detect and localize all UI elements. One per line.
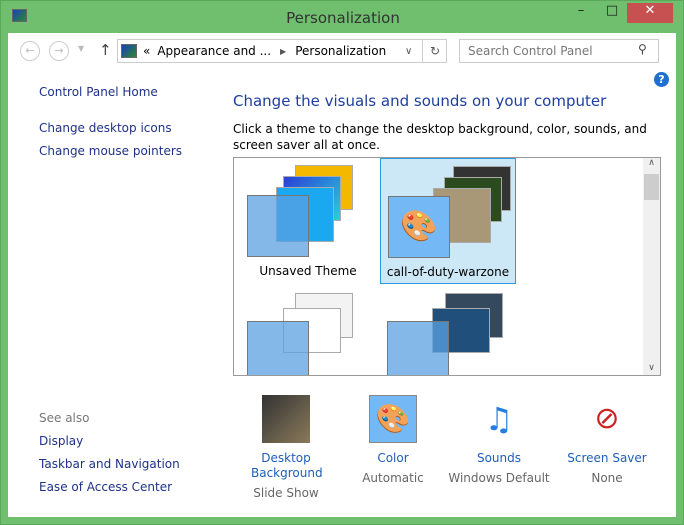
color-palette-icon: 🎨 [369, 395, 417, 443]
page-description: Click a theme to change the desktop back… [233, 122, 647, 152]
breadcrumb-overflow[interactable]: « [143, 44, 150, 58]
close-button[interactable]: ✕ [627, 3, 673, 23]
up-button[interactable]: ↑ [99, 41, 112, 59]
theme-name: call-of-duty-warzone [386, 265, 510, 279]
option-label[interactable]: Screen Saver [547, 451, 667, 466]
recent-dropdown-icon[interactable]: ▼ [78, 44, 84, 53]
theme-color-swatch [387, 321, 449, 375]
display-link[interactable]: Display [39, 434, 83, 448]
option-value: Slide Show [253, 486, 319, 500]
refresh-icon[interactable]: ↻ [422, 40, 447, 62]
option-value: None [591, 471, 623, 485]
change-desktop-icons-link[interactable]: Change desktop icons [39, 121, 172, 135]
breadcrumb-personalization[interactable]: Personalization [295, 44, 386, 58]
theme-call-of-duty-warzone[interactable]: 🎨 call-of-duty-warzone [380, 158, 516, 284]
desktop-background-option[interactable]: Desktop Background Slide Show [226, 395, 346, 500]
theme-name: Unsaved Theme [259, 264, 357, 278]
control-panel-home-link[interactable]: Control Panel Home [39, 85, 158, 99]
theme-unsaved[interactable]: Unsaved Theme [240, 158, 376, 284]
address-bar[interactable]: « Appearance and ... ▶ Personalization ∨… [117, 39, 447, 63]
search-icon[interactable]: ⚲ [638, 42, 647, 56]
theme-list: Unsaved Theme 🎨 call-of-duty-warzone ∧ ∨ [233, 157, 661, 376]
screen-saver-option[interactable]: ⊘ Screen Saver None [547, 395, 667, 485]
page-heading: Change the visuals and sounds on your co… [233, 92, 607, 110]
theme-list-scrollbar[interactable]: ∧ ∨ [643, 158, 660, 375]
sounds-option[interactable]: ♫ Sounds Windows Default [439, 395, 559, 485]
color-option[interactable]: 🎨 Color Automatic [333, 395, 453, 485]
breadcrumb-separator-icon[interactable]: ▶ [280, 47, 286, 56]
desktop-background-icon [262, 395, 310, 443]
breadcrumb-appearance[interactable]: Appearance and ... [157, 44, 271, 58]
help-icon[interactable]: ? [654, 72, 669, 87]
minimize-button[interactable]: – [566, 3, 596, 23]
theme-color-swatch [247, 195, 309, 257]
scroll-thumb[interactable] [644, 174, 659, 200]
scroll-down-icon[interactable]: ∨ [643, 363, 660, 373]
screen-saver-icon: ⊘ [594, 401, 620, 436]
color-palette-icon: 🎨 [388, 196, 450, 258]
search-input[interactable]: Search Control Panel [459, 39, 659, 63]
theme-item[interactable] [240, 286, 376, 375]
theme-color-swatch [247, 321, 309, 375]
ease-of-access-link[interactable]: Ease of Access Center [39, 480, 172, 494]
option-label[interactable]: Desktop Background [251, 451, 323, 481]
taskbar-navigation-link[interactable]: Taskbar and Navigation [39, 457, 180, 471]
option-value: Windows Default [448, 471, 550, 485]
back-button[interactable]: ← [20, 41, 40, 61]
see-also-label: See also [39, 411, 90, 425]
change-mouse-pointers-link[interactable]: Change mouse pointers [39, 144, 182, 158]
theme-item[interactable] [380, 286, 516, 375]
option-value: Automatic [362, 471, 424, 485]
option-label[interactable]: Color [333, 451, 453, 466]
address-dropdown-icon[interactable]: ∨ [405, 46, 412, 57]
control-panel-icon [121, 44, 137, 58]
maximize-button[interactable]: □ [597, 3, 627, 23]
sounds-icon: ♫ [484, 400, 514, 438]
option-label[interactable]: Sounds [439, 451, 559, 466]
scroll-up-icon[interactable]: ∧ [643, 158, 660, 168]
forward-button[interactable]: → [49, 41, 69, 61]
